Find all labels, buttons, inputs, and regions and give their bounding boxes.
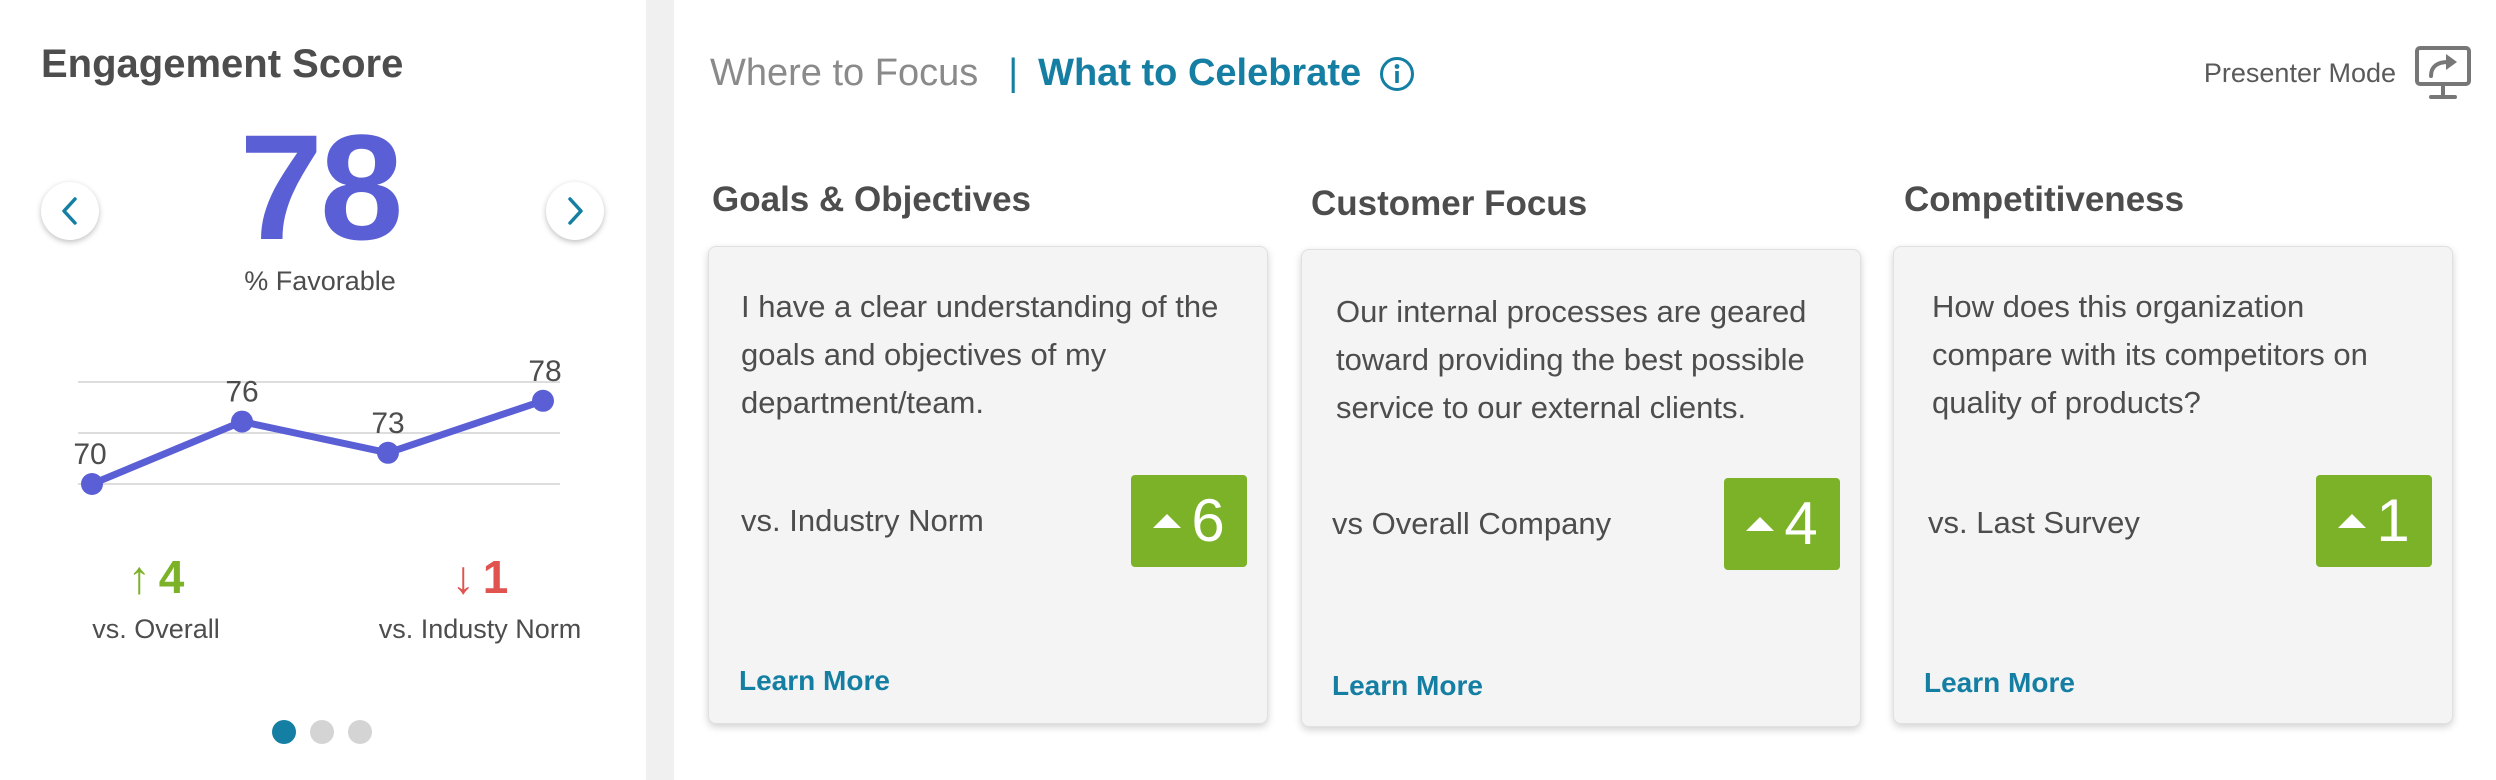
arrow-up-icon: ↑ [127,551,151,603]
engagement-score-value: 78 [239,103,404,271]
card-question: Our internal processes are geared toward… [1336,294,1807,425]
engagement-title: Engagement Score [41,42,404,86]
trend-point [81,473,103,495]
card-comparison-label: vs Overall Company [1332,506,1612,541]
trend-sparkline: 70 76 73 78 [73,355,562,495]
tab-separator: | [1008,52,1019,94]
trend-line [88,397,547,488]
celebrate-card: I have a clear understanding of the goal… [708,246,1268,724]
trend-point [377,441,399,464]
pagination-dot-2[interactable] [310,720,334,744]
category-customer-focus: Customer Focus [1311,184,1588,223]
delta-number: 1 [482,551,509,603]
score-change-badge: 4 [1724,478,1840,570]
category-competitiveness: Competitiveness [1904,180,2185,219]
presenter-mode-toggle[interactable]: Presenter Mode [2204,44,2472,102]
delta-vs-industry-norm: ↓ 1 vs. Industy Norm [370,550,590,645]
next-button[interactable] [546,182,604,240]
info-icon[interactable] [1379,56,1415,92]
score-change-badge: 1 [2316,475,2432,567]
celebrate-card: Our internal processes are geared toward… [1301,249,1861,727]
triangle-up-icon [2338,514,2367,528]
delta-vs-overall: ↑ 4 vs. Overall [56,550,256,645]
trend-labels: 70 76 73 78 [73,355,561,471]
tab-where-to-focus[interactable]: Where to Focus [710,52,978,95]
chevron-right-icon [568,197,583,225]
delta-number: 4 [158,551,185,603]
trend-point [532,389,554,412]
previous-button[interactable] [41,182,99,240]
score-caption: % Favorable [244,266,396,296]
score-change-value: 6 [1191,487,1225,554]
presenter-mode-label: Presenter Mode [2203,57,2396,88]
trend-points [81,389,554,495]
delta-vs-overall-value: ↑ 4 [56,550,256,604]
presenter-screen-icon [2415,46,2471,99]
pagination-dots [272,720,372,744]
pagination-dot-3[interactable] [348,720,372,744]
card-question: How does this organization compare with … [1932,289,2368,420]
trend-point-label: 73 [371,407,404,440]
chevron-left-icon [62,197,77,225]
score-change-value: 1 [2376,487,2410,554]
panel-divider [646,0,674,780]
card-comparison-label: vs. Last Survey [1928,505,2140,540]
arrow-down-icon: ↓ [451,551,475,603]
delta-vs-industry-value: ↓ 1 [370,550,590,604]
tab-what-to-celebrate[interactable]: What to Celebrate [1038,52,1361,95]
celebrate-card: How does this organization compare with … [1893,246,2453,724]
pagination-dot-1[interactable] [272,720,296,744]
learn-more-link[interactable]: Learn More [739,665,890,697]
trend-point-label: 78 [528,355,561,388]
triangle-up-icon [1746,517,1775,531]
learn-more-link[interactable]: Learn More [1332,670,1483,702]
delta-label: vs. Industy Norm [378,614,582,644]
card-comparison-label: vs. Industry Norm [741,503,984,538]
score-change-badge: 6 [1131,475,1247,567]
trend-point-label: 76 [225,376,258,409]
delta-label: vs. Overall [92,614,220,644]
learn-more-link[interactable]: Learn More [1924,667,2075,699]
score-change-value: 4 [1784,490,1818,557]
card-question: I have a clear understanding of the goal… [741,289,1219,420]
category-goals-objectives: Goals & Objectives [712,180,1032,219]
triangle-up-icon [1153,514,1182,528]
focus-tabs: Where to Focus | What to Celebrate [710,52,1415,95]
engagement-panel: Engagement Score 78 % Favorable 70 76 73 78… [0,0,646,780]
trend-gridlines [78,381,560,485]
trend-point-label: 70 [73,438,106,471]
trend-point [231,410,253,433]
